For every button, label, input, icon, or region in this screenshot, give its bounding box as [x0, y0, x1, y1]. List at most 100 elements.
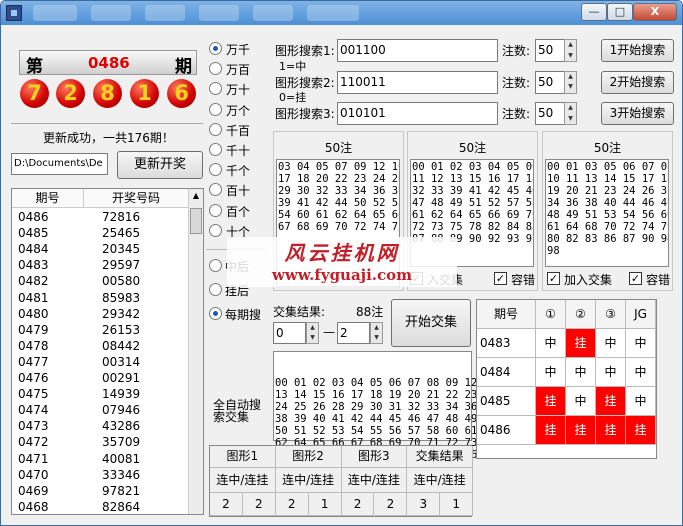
- legend-miss: 0=挂: [279, 91, 307, 104]
- minimize-button[interactable]: —: [581, 3, 607, 21]
- panel-checkbox[interactable]: ✓: [629, 272, 642, 285]
- start-search-button-3[interactable]: 3开始搜索: [601, 102, 674, 125]
- scroll-up-icon[interactable]: ▲: [190, 191, 202, 203]
- list-number[interactable]: 20345: [102, 242, 162, 256]
- mode-radio[interactable]: [209, 259, 222, 272]
- list-period[interactable]: 0472: [18, 435, 78, 449]
- count-spinner-2[interactable]: ▲ ▼: [564, 70, 577, 94]
- list-number[interactable]: 40081: [102, 452, 162, 466]
- start-intersect-button[interactable]: 开始交集: [391, 299, 471, 347]
- position-radio[interactable]: [209, 183, 222, 197]
- list-period[interactable]: 0486: [18, 210, 78, 224]
- list-number[interactable]: 25465: [102, 226, 162, 240]
- count-input-3[interactable]: 50: [535, 102, 565, 125]
- scroll-thumb[interactable]: [190, 208, 202, 234]
- intersect-result-box[interactable]: 00 01 02 03 04 05 06 07 08 09 12 13 14 1…: [273, 351, 477, 461]
- result-header: ③: [596, 300, 626, 329]
- list-number[interactable]: 82864: [102, 500, 162, 514]
- position-radio[interactable]: [209, 42, 222, 55]
- update-draw-button[interactable]: 更新开奖: [117, 151, 203, 179]
- list-number[interactable]: 08442: [102, 339, 162, 353]
- list-number[interactable]: 33346: [102, 468, 162, 482]
- list-number[interactable]: 97821: [102, 484, 162, 498]
- list-period[interactable]: 0482: [18, 274, 78, 288]
- panel-checkbox-label: 容错: [646, 273, 671, 287]
- list-period[interactable]: 0468: [18, 500, 78, 514]
- count-spinner-3[interactable]: ▲ ▼: [564, 102, 577, 125]
- list-period[interactable]: 0475: [18, 387, 78, 401]
- position-radio[interactable]: [209, 122, 222, 136]
- position-radio[interactable]: [209, 82, 222, 96]
- menu-item-2[interactable]: [91, 5, 131, 21]
- list-period[interactable]: 0470: [18, 468, 78, 482]
- list-period[interactable]: 0478: [18, 339, 78, 353]
- menu-item-5[interactable]: [253, 5, 293, 21]
- panel-checkbox[interactable]: ✓: [547, 272, 560, 285]
- list-number[interactable]: 72816: [102, 210, 162, 224]
- panel-numbers[interactable]: 00 01 03 05 06 07 08 10 11 13 14 15 17 1…: [545, 159, 669, 267]
- position-radio[interactable]: [209, 223, 222, 237]
- list-number[interactable]: 29342: [102, 307, 162, 321]
- intersect-to-input[interactable]: 2: [337, 322, 370, 344]
- menu-item-3[interactable]: [145, 5, 185, 21]
- mode-radio[interactable]: [209, 283, 222, 296]
- list-number[interactable]: 00314: [102, 355, 162, 369]
- list-period[interactable]: 0484: [18, 242, 78, 256]
- list-period[interactable]: 0476: [18, 371, 78, 385]
- close-button[interactable]: X: [633, 3, 677, 21]
- pattern-input-2[interactable]: 110011: [337, 70, 498, 94]
- panel-count: 50注: [593, 141, 622, 155]
- list-number[interactable]: 43286: [102, 419, 162, 433]
- list-period[interactable]: 0483: [18, 258, 78, 272]
- pattern-input-3[interactable]: 010101: [337, 102, 498, 125]
- menu-item-6[interactable]: [307, 5, 359, 21]
- pattern-input-1[interactable]: 001100: [337, 39, 498, 62]
- list-period[interactable]: 0479: [18, 323, 78, 337]
- count-input-2[interactable]: 50: [535, 70, 565, 94]
- menu-item-1[interactable]: [33, 5, 77, 21]
- count-spinner-1[interactable]: ▲ ▼: [564, 39, 577, 62]
- list-number[interactable]: 26153: [102, 323, 162, 337]
- start-search-button-1[interactable]: 1开始搜索: [601, 39, 674, 62]
- list-number[interactable]: 00580: [102, 274, 162, 288]
- panel-checkbox[interactable]: ✓: [494, 272, 507, 285]
- start-search-button-2[interactable]: 2开始搜索: [601, 70, 674, 94]
- legend-hit: 1=中: [279, 60, 307, 73]
- summary-sub: 连中/连挂: [210, 468, 276, 493]
- position-radio[interactable]: [209, 203, 222, 217]
- list-period[interactable]: 0477: [18, 355, 78, 369]
- list-number[interactable]: 85983: [102, 291, 162, 305]
- list-period[interactable]: 0473: [18, 419, 78, 433]
- result-cell: 挂: [626, 416, 656, 445]
- list-number[interactable]: 14939: [102, 387, 162, 401]
- intersect-to-spinner[interactable]: ▲ ▼: [370, 322, 383, 344]
- list-number[interactable]: 35709: [102, 435, 162, 449]
- path-input[interactable]: D:\Documents\De: [11, 153, 108, 175]
- result-cell: 中: [536, 329, 566, 358]
- main-window: — □ X 第 0486 期 7 2 8 1 6 更新成功，一共176期！ D:…: [0, 0, 683, 526]
- position-radio[interactable]: [209, 163, 222, 177]
- position-radio[interactable]: [209, 62, 222, 76]
- list-scrollbar[interactable]: ▲: [188, 189, 203, 514]
- list-period[interactable]: 0469: [18, 484, 78, 498]
- position-radio[interactable]: [209, 102, 222, 116]
- intersect-from-input[interactable]: 0: [273, 322, 306, 344]
- position-label: 万十: [226, 83, 251, 98]
- list-period[interactable]: 0474: [18, 403, 78, 417]
- list-col-number[interactable]: 开奖号码: [84, 189, 188, 208]
- result-cell: 中: [626, 329, 656, 358]
- list-period[interactable]: 0480: [18, 307, 78, 321]
- list-number[interactable]: 07946: [102, 403, 162, 417]
- mode-radio[interactable]: [209, 307, 222, 320]
- intersect-from-spinner[interactable]: ▲ ▼: [306, 322, 319, 344]
- list-period[interactable]: 0485: [18, 226, 78, 240]
- list-period[interactable]: 0471: [18, 452, 78, 466]
- count-input-1[interactable]: 50: [535, 39, 565, 62]
- list-number[interactable]: 29597: [102, 258, 162, 272]
- list-col-period[interactable]: 期号: [12, 189, 84, 208]
- maximize-button[interactable]: □: [607, 3, 633, 21]
- menu-item-4[interactable]: [199, 5, 239, 21]
- list-number[interactable]: 00291: [102, 371, 162, 385]
- list-period[interactable]: 0481: [18, 291, 78, 305]
- position-radio[interactable]: [209, 143, 222, 156]
